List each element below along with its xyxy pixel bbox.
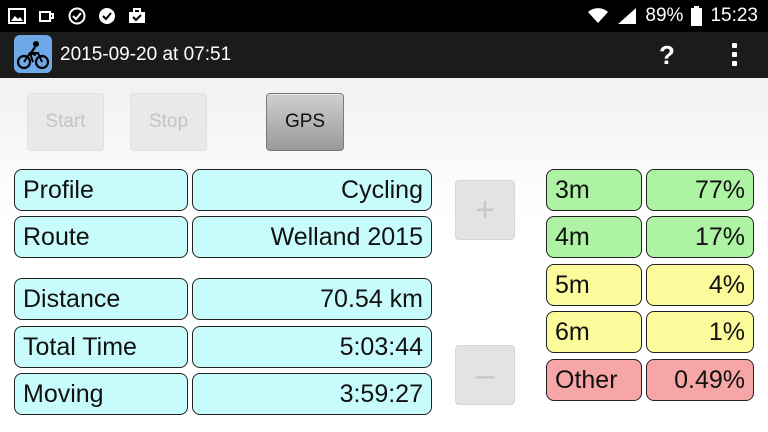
total-time-label: Total Time <box>14 326 188 368</box>
total-time-value: 5:03:44 <box>192 326 432 368</box>
accuracy-value: 0.49% <box>646 359 754 401</box>
accuracy-value: 1% <box>646 311 754 353</box>
distance-label: Distance <box>14 278 188 320</box>
accuracy-label: 3m <box>546 169 642 211</box>
decrease-button[interactable]: – <box>455 345 515 405</box>
help-button[interactable]: ? <box>652 32 682 78</box>
distance-value: 70.54 km <box>192 278 432 320</box>
page-title: 2015-09-20 at 07:51 <box>60 44 232 65</box>
moving-label: Moving <box>14 373 188 415</box>
image-icon <box>8 8 26 24</box>
battery-percent: 89% <box>645 5 684 26</box>
wifi-icon <box>588 8 609 23</box>
gps-button[interactable]: GPS <box>266 93 344 151</box>
check-circle-outline-icon <box>68 7 86 25</box>
accuracy-label: Other <box>546 359 642 401</box>
signal-icon <box>618 8 637 24</box>
clock: 15:23 <box>710 5 758 26</box>
overflow-menu-icon[interactable] <box>722 32 748 78</box>
coffee-cup-icon <box>39 11 54 22</box>
check-circle-filled-icon <box>99 8 115 24</box>
battery-icon <box>691 6 703 26</box>
cyclist-icon[interactable] <box>14 35 52 73</box>
accuracy-value: 77% <box>646 169 754 211</box>
accuracy-label: 5m <box>546 264 642 306</box>
accuracy-value: 17% <box>646 216 754 258</box>
accuracy-label: 6m <box>546 311 642 353</box>
briefcase-check-icon <box>129 8 145 23</box>
route-label: Route <box>14 216 188 258</box>
cyclist-glyph <box>16 41 50 70</box>
stop-button[interactable]: Stop <box>130 93 207 151</box>
route-value[interactable]: Welland 2015 <box>192 216 432 258</box>
increase-button[interactable]: + <box>455 180 515 240</box>
accuracy-label: 4m <box>546 216 642 258</box>
accuracy-value: 4% <box>646 264 754 306</box>
status-bar: 89% 15:23 <box>0 0 768 32</box>
start-button[interactable]: Start <box>27 93 104 151</box>
profile-label: Profile <box>14 169 188 211</box>
profile-value[interactable]: Cycling <box>192 169 432 211</box>
status-right: 89% 15:23 <box>587 0 758 32</box>
moving-value: 3:59:27 <box>192 373 432 415</box>
